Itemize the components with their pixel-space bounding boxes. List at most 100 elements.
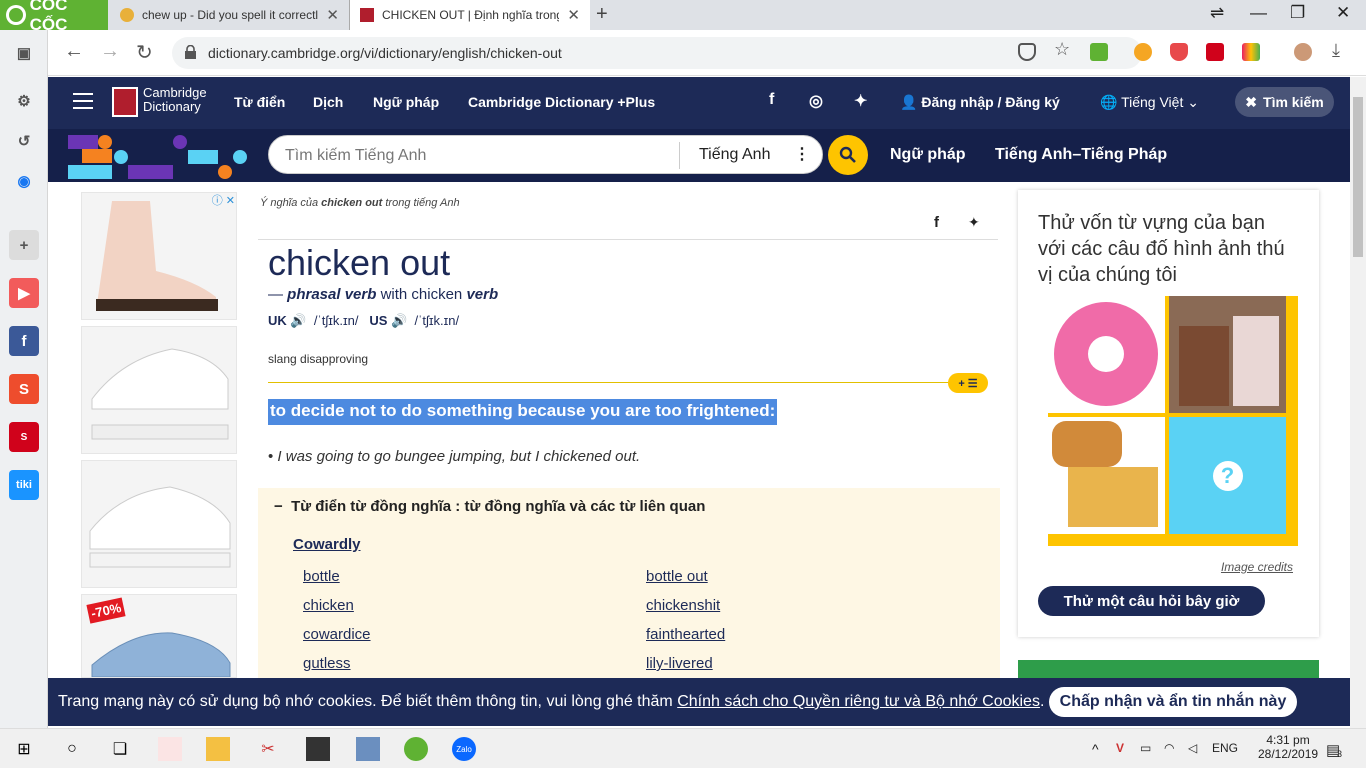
tiki-icon[interactable]: tiki <box>9 470 39 500</box>
facebook-icon[interactable]: f <box>769 91 774 109</box>
sidebar-toggle-icon[interactable]: ▣ <box>9 38 39 68</box>
coccoc-taskbar-icon[interactable] <box>404 737 428 761</box>
image-credits-link[interactable]: Image credits <box>1221 560 1293 574</box>
ad-product-image[interactable]: -70% <box>81 594 237 678</box>
facebook-icon[interactable]: f <box>9 326 39 356</box>
hamburger-menu-icon[interactable] <box>73 93 93 109</box>
input-language[interactable]: ENG <box>1212 741 1238 755</box>
menu-plus[interactable]: Cambridge Dictionary +Plus <box>468 94 655 110</box>
scrollbar-thumb[interactable] <box>1353 97 1363 257</box>
paint-app-icon[interactable] <box>158 737 182 761</box>
menu-dictionary[interactable]: Từ điển <box>234 94 285 110</box>
cortana-search-icon[interactable]: ○ <box>60 737 84 761</box>
restore-tab-icon[interactable]: ⇌ <box>1210 3 1224 23</box>
share-twitter-icon[interactable]: ✦ <box>968 214 980 231</box>
synonym-link[interactable]: bottle out <box>646 568 708 585</box>
file-explorer-icon[interactable] <box>206 737 230 761</box>
instagram-icon[interactable]: ◎ <box>809 91 823 111</box>
close-tab-icon[interactable]: ✕ <box>567 6 580 24</box>
zalo-icon[interactable]: Zalo <box>452 737 476 761</box>
youtube-icon[interactable]: ▶ <box>9 278 39 308</box>
menu-translate[interactable]: Dịch <box>313 94 343 110</box>
battery-icon[interactable]: ▭ <box>1140 741 1151 755</box>
twitter-icon[interactable]: ✦ <box>854 91 867 111</box>
profile-avatar[interactable] <box>1294 43 1312 61</box>
color-extension-icon[interactable] <box>1242 43 1260 61</box>
uk-speaker-icon[interactable]: 🔊 <box>290 313 306 328</box>
task-view-icon[interactable]: ❏ <box>108 737 132 761</box>
new-tab-icon[interactable]: + <box>596 3 608 26</box>
chrome-extension-icon[interactable] <box>1134 43 1152 61</box>
more-options-icon[interactable]: ⋮ <box>794 144 810 164</box>
vietkey-icon[interactable]: V <box>1116 741 1124 755</box>
forward-icon[interactable]: → <box>100 40 120 63</box>
close-tab-icon[interactable]: ✕ <box>326 6 339 24</box>
messenger-icon[interactable]: ◉ <box>9 166 39 196</box>
cambridge-shield-icon[interactable] <box>112 87 138 117</box>
site-logo[interactable]: Cambridge Dictionary <box>143 86 213 114</box>
adblock-icon[interactable] <box>1170 43 1188 61</box>
settings-icon[interactable]: ⚙ <box>9 86 39 116</box>
maximize-icon[interactable]: ❐ <box>1290 3 1305 23</box>
add-to-wordlist-button[interactable]: + ☰ <box>948 373 988 393</box>
donut-image <box>1048 296 1165 413</box>
synonym-link[interactable]: bottle <box>303 568 340 585</box>
synonym-link[interactable]: gutless <box>303 655 351 672</box>
language-selector[interactable]: 🌐 Tiếng Việt ⌄ <box>1100 94 1199 111</box>
sticky-app-icon[interactable] <box>306 737 330 761</box>
user-icon: 👤 <box>900 94 922 110</box>
thesaurus-category[interactable]: Cowardly <box>293 536 361 553</box>
quiz-image-grid[interactable]: ? <box>1048 296 1298 546</box>
screenshot-extension-icon[interactable] <box>1206 43 1224 61</box>
windows-start-icon[interactable]: ⊞ <box>12 737 36 761</box>
reload-icon[interactable]: ↻ <box>136 40 153 65</box>
volume-icon[interactable]: ◁ <box>1188 741 1197 755</box>
browser-tab[interactable]: chew up - Did you spell it correctly ✕ <box>110 0 350 30</box>
shopee-icon[interactable]: S <box>9 374 39 404</box>
ad-info-icon[interactable]: ⓘ ✕ <box>212 192 235 208</box>
coccoc-menu-button[interactable]: CỐC CỐC <box>0 0 108 34</box>
bookmark-star-icon[interactable]: ☆ <box>1054 39 1070 60</box>
search-toggle-button[interactable]: ✖ Tìm kiếm <box>1235 87 1334 117</box>
try-quiz-button[interactable]: Thử một câu hỏi bây giờ <box>1038 586 1265 616</box>
tray-chevron-up-icon[interactable]: ^ <box>1092 741 1099 757</box>
app-icon[interactable] <box>356 737 380 761</box>
ad-product-image[interactable] <box>81 326 237 454</box>
tab-bar: CỐC CỐC chew up - Did you spell it corre… <box>0 0 1366 34</box>
shoe-ad[interactable]: ⓘ ✕ -70% <box>81 192 237 678</box>
synonym-link[interactable]: fainthearted <box>646 626 725 643</box>
back-icon[interactable]: ← <box>64 40 84 63</box>
clock[interactable]: 4:31 pm 28/12/2019 <box>1258 733 1318 761</box>
shield-icon[interactable] <box>1018 43 1036 61</box>
scrollbar[interactable] <box>1350 77 1366 738</box>
menu-grammar[interactable]: Ngữ pháp <box>373 94 439 110</box>
history-icon[interactable]: ↺ <box>9 126 39 156</box>
sendo-icon[interactable]: S <box>9 422 39 452</box>
ad-product-image[interactable] <box>81 460 237 588</box>
share-facebook-icon[interactable]: f <box>934 214 939 231</box>
synonym-link[interactable]: cowardice <box>303 626 371 643</box>
ad-product-image[interactable] <box>81 192 237 320</box>
privacy-policy-link[interactable]: Chính sách cho Quyền riêng tư và Bộ nhớ … <box>677 693 1040 710</box>
address-bar[interactable]: dictionary.cambridge.org/vi/dictionary/e… <box>172 37 1142 69</box>
search-button[interactable] <box>828 135 868 175</box>
add-shortcut-icon[interactable]: + <box>9 230 39 260</box>
browser-tab-active[interactable]: CHICKEN OUT | Định nghĩa trong ✕ <box>350 0 590 30</box>
us-speaker-icon[interactable]: 🔊 <box>391 313 407 328</box>
dictionary-select[interactable]: Tiếng Anh <box>699 146 770 164</box>
grammar-link[interactable]: Ngữ pháp <box>890 146 966 164</box>
login-link[interactable]: 👤 Đăng nhập / Đăng ký <box>900 94 1060 111</box>
close-window-icon[interactable]: ✕ <box>1336 3 1350 23</box>
english-french-link[interactable]: Tiếng Anh–Tiếng Pháp <box>995 146 1167 164</box>
accept-cookies-button[interactable]: Chấp nhận và ẩn tin nhắn này <box>1049 687 1297 717</box>
minimize-icon[interactable]: — <box>1250 3 1267 23</box>
synonym-link[interactable]: chickenshit <box>646 597 720 614</box>
search-input[interactable]: Tìm kiếm Tiếng Anh Tiếng Anh ⋮ <box>268 135 823 174</box>
synonym-link[interactable]: chicken <box>303 597 354 614</box>
thesaurus-toggle[interactable]: − Từ điển từ đồng nghĩa : từ đồng nghĩa … <box>274 498 705 515</box>
download-icon[interactable]: ⤓ <box>1332 40 1340 61</box>
wifi-icon[interactable]: ◠ <box>1164 741 1174 755</box>
snipping-tool-icon[interactable]: ✂ <box>256 737 280 761</box>
download-extension-icon[interactable] <box>1090 43 1108 61</box>
synonym-link[interactable]: lily-livered <box>646 655 713 672</box>
